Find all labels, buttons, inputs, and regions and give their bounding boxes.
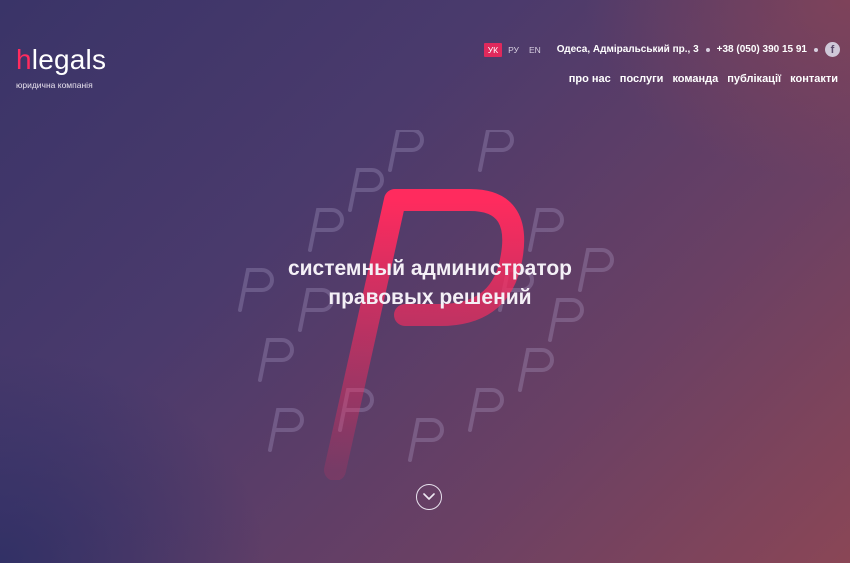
hero-line-2: правовых решений [328,286,532,309]
chevron-down-icon [423,493,435,500]
lang-en[interactable]: EN [525,43,545,57]
logo[interactable]: hlegals юридична компанія [16,44,107,91]
nav-team[interactable]: команда [672,73,718,85]
nav-services[interactable]: послуги [620,73,664,85]
logo-wordmark: hlegals [16,44,107,75]
facebook-icon[interactable]: f [825,42,840,57]
main-nav: про нас послуги команда публікації конта… [569,73,838,85]
nav-publications[interactable]: публікації [727,73,781,85]
separator-dot [814,47,818,52]
nav-contacts[interactable]: контакти [790,73,838,85]
address: Одеса, Адміральський пр., 3 [556,44,699,55]
lang-uk[interactable]: УК [483,42,503,57]
hero-line-1: системный администратор [287,257,573,280]
separator-dot [705,47,710,52]
phone-link[interactable]: +38 (050) 390 15 91 [717,44,807,55]
hero-heading: системный администратор правовых решений [200,254,660,312]
scroll-down-button[interactable] [416,484,442,510]
nav-about[interactable]: про нас [569,73,611,85]
logo-subtitle: юридична компанія [16,80,93,90]
top-bar: УК РУ EN Одеса, Адміральський пр., 3 +38… [483,42,840,57]
brand-p-graphic [324,189,525,480]
lang-ru[interactable]: РУ [504,43,523,57]
